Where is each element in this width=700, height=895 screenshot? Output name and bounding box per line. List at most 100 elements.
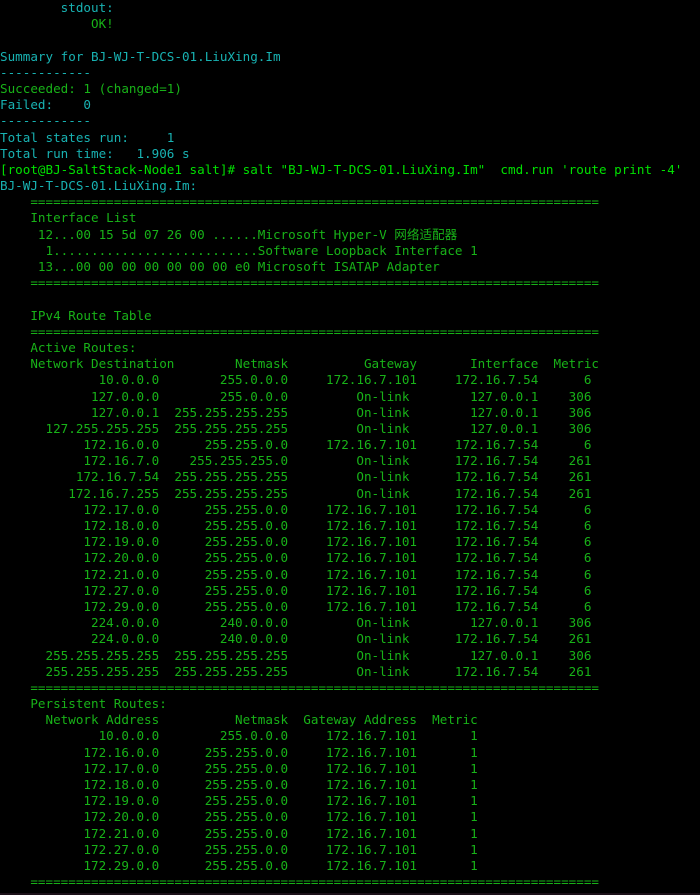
terminal-line: 224.0.0.0 240.0.0.0 On-link 172.16.7.54 … [0, 631, 700, 647]
terminal-line: 172.17.0.0 255.255.0.0 172.16.7.101 1 [0, 761, 700, 777]
terminal-line: 172.19.0.0 255.255.0.0 172.16.7.101 172.… [0, 534, 700, 550]
terminal-line: ------------ [0, 113, 700, 129]
terminal-line: 127.0.0.1 255.255.255.255 On-link 127.0.… [0, 405, 700, 421]
terminal-text-segment: 172.19.0.0 255.255.0.0 172.16.7.101 172.… [0, 534, 592, 550]
terminal-line: 13...00 00 00 00 00 00 00 e0 Microsoft I… [0, 259, 700, 275]
terminal-text-segment: 12...00 15 5d 07 26 00 ......Microsoft H… [0, 226, 458, 242]
terminal-line: OK! [0, 16, 700, 32]
terminal-line: Succeeded: 1 (changed=1) [0, 81, 700, 97]
terminal-line: 172.17.0.0 255.255.0.0 172.16.7.101 172.… [0, 502, 700, 518]
terminal-line: 172.16.0.0 255.255.0.0 172.16.7.101 1 [0, 745, 700, 761]
terminal-text-segment: [root@BJ-SaltStack-Node1 salt]# salt "BJ… [0, 161, 683, 177]
terminal-line: 172.18.0.0 255.255.0.0 172.16.7.101 172.… [0, 518, 700, 534]
terminal-window[interactable]: stdout: OK! Summary for BJ-WJ-T-DCS-01.L… [0, 0, 700, 895]
terminal-text-segment: Failed: 0 [0, 97, 91, 113]
terminal-text-segment: 172.27.0.0 255.255.0.0 172.16.7.101 172.… [0, 582, 592, 598]
terminal-line: Persistent Routes: [0, 696, 700, 712]
terminal-text-segment: Network Destination Netmask Gateway Inte… [0, 356, 599, 372]
terminal-text-segment: 172.16.0.0 255.255.0.0 172.16.7.101 1 [0, 744, 478, 760]
terminal-text-segment: 172.27.0.0 255.255.0.0 172.16.7.101 1 [0, 841, 478, 857]
terminal-line: ------------ [0, 65, 700, 81]
terminal-line: 255.255.255.255 255.255.255.255 On-link … [0, 648, 700, 664]
terminal-line: Network Address Netmask Gateway Address … [0, 712, 700, 728]
terminal-text-segment: 172.20.0.0 255.255.0.0 172.16.7.101 1 [0, 809, 478, 825]
terminal-line: Active Routes: [0, 340, 700, 356]
terminal-text-segment: 172.16.7.0 255.255.255.0 On-link 172.16.… [0, 453, 592, 469]
terminal-text-segment: 172.20.0.0 255.255.0.0 172.16.7.101 172.… [0, 550, 592, 566]
terminal-text-segment: 172.16.0.0 255.255.0.0 172.16.7.101 172.… [0, 437, 592, 453]
terminal-text-segment: Persistent Routes: [0, 696, 167, 712]
terminal-line: ========================================… [0, 194, 700, 210]
terminal-line: Total run time: 1.906 s [0, 146, 700, 162]
terminal-line: 127.0.0.0 255.0.0.0 On-link 127.0.0.1 30… [0, 389, 700, 405]
terminal-line: 172.29.0.0 255.255.0.0 172.16.7.101 172.… [0, 599, 700, 615]
terminal-text-segment: 127.0.0.0 255.0.0.0 On-link 127.0.0.1 30… [0, 388, 592, 404]
terminal-line: Interface List [0, 210, 700, 226]
terminal-text-segment: ========================================… [0, 874, 599, 890]
terminal-text-segment: 172.16.7.255 255.255.255.255 On-link 172… [0, 485, 592, 501]
terminal-text-segment: Total states run: 1 [0, 129, 175, 145]
terminal-text-segment: Summary for BJ-WJ-T-DCS-01.LiuXing.Im [0, 48, 281, 64]
terminal-text-segment: ------------ [0, 113, 91, 129]
terminal-text-segment: 172.29.0.0 255.255.0.0 172.16.7.101 172.… [0, 598, 592, 614]
terminal-line: Total states run: 1 [0, 130, 700, 146]
terminal-text-segment: ------------ [0, 64, 91, 80]
terminal-text-segment: Interface List [0, 210, 137, 226]
terminal-text-segment: ========================================… [0, 275, 599, 291]
terminal-text-segment: 224.0.0.0 240.0.0.0 On-link 172.16.7.54 … [0, 631, 592, 647]
terminal-line: 127.255.255.255 255.255.255.255 On-link … [0, 421, 700, 437]
terminal-line: [root@BJ-SaltStack-Node1 salt]# salt "BJ… [0, 162, 700, 178]
terminal-text-segment: 172.29.0.0 255.255.0.0 172.16.7.101 1 [0, 857, 478, 873]
terminal-text-segment: 13...00 00 00 00 00 00 00 e0 Microsoft I… [0, 259, 440, 274]
terminal-line: BJ-WJ-T-DCS-01.LiuXing.Im: [0, 178, 700, 194]
terminal-text-segment: Active Routes: [0, 339, 137, 355]
terminal-line: 172.21.0.0 255.255.0.0 172.16.7.101 172.… [0, 567, 700, 583]
terminal-line: Failed: 0 [0, 97, 700, 113]
terminal-text-segment: ========================================… [0, 323, 599, 339]
terminal-line: 172.16.7.54 255.255.255.255 On-link 172.… [0, 469, 700, 485]
terminal-line: 12...00 15 5d 07 26 00 ......Microsoft H… [0, 227, 700, 243]
terminal-line: IPv4 Route Table [0, 308, 700, 324]
terminal-text-segment: 10.0.0.0 255.0.0.0 172.16.7.101 172.16.7… [0, 372, 592, 388]
terminal-text-segment: OK! [0, 16, 114, 32]
terminal-line: 172.29.0.0 255.255.0.0 172.16.7.101 1 [0, 858, 700, 874]
terminal-text-segment: 10.0.0.0 255.0.0.0 172.16.7.101 1 [0, 728, 478, 744]
terminal-line: 172.16.7.255 255.255.255.255 On-link 172… [0, 486, 700, 502]
terminal-text-segment: Network Address Netmask Gateway Address … [0, 712, 478, 728]
terminal-output-buffer[interactable]: stdout: OK! Summary for BJ-WJ-T-DCS-01.L… [0, 0, 700, 890]
terminal-text-segment: 127.0.0.1 255.255.255.255 On-link 127.0.… [0, 404, 592, 420]
terminal-text-segment: stdout: [0, 0, 114, 15]
terminal-text-segment: 172.19.0.0 255.255.0.0 172.16.7.101 1 [0, 793, 478, 809]
terminal-line: Network Destination Netmask Gateway Inte… [0, 356, 700, 372]
terminal-text-segment: 127.255.255.255 255.255.255.255 On-link … [0, 420, 592, 436]
terminal-line: Summary for BJ-WJ-T-DCS-01.LiuXing.Im [0, 49, 700, 65]
terminal-line: 172.21.0.0 255.255.0.0 172.16.7.101 1 [0, 826, 700, 842]
terminal-line: 10.0.0.0 255.0.0.0 172.16.7.101 172.16.7… [0, 372, 700, 388]
terminal-text-segment: BJ-WJ-T-DCS-01.LiuXing.Im: [0, 178, 198, 194]
terminal-line: 172.16.0.0 255.255.0.0 172.16.7.101 172.… [0, 437, 700, 453]
terminal-text-segment: 224.0.0.0 240.0.0.0 On-link 127.0.0.1 30… [0, 615, 592, 631]
terminal-text-segment: 1...........................Software Loo… [0, 242, 478, 258]
terminal-line: 172.20.0.0 255.255.0.0 172.16.7.101 1 [0, 809, 700, 825]
terminal-line: 224.0.0.0 240.0.0.0 On-link 127.0.0.1 30… [0, 615, 700, 631]
terminal-line: 172.27.0.0 255.255.0.0 172.16.7.101 172.… [0, 583, 700, 599]
terminal-text-segment: IPv4 Route Table [0, 307, 152, 323]
terminal-line: ========================================… [0, 275, 700, 291]
terminal-line: ========================================… [0, 680, 700, 696]
terminal-text-segment: Succeeded: 1 (changed=1) [0, 80, 182, 96]
terminal-line: 172.16.7.0 255.255.255.0 On-link 172.16.… [0, 453, 700, 469]
terminal-text-segment: ========================================… [0, 194, 599, 210]
terminal-line: ========================================… [0, 324, 700, 340]
terminal-text-segment: 172.16.7.54 255.255.255.255 On-link 172.… [0, 469, 592, 485]
terminal-text-segment: 172.18.0.0 255.255.0.0 172.16.7.101 172.… [0, 518, 592, 533]
terminal-text-segment: 172.21.0.0 255.255.0.0 172.16.7.101 172.… [0, 566, 592, 582]
terminal-line: stdout: [0, 0, 700, 16]
terminal-text-segment: 172.17.0.0 255.255.0.0 172.16.7.101 1 [0, 760, 478, 776]
terminal-text-segment: 172.18.0.0 255.255.0.0 172.16.7.101 1 [0, 777, 478, 792]
terminal-line: 10.0.0.0 255.0.0.0 172.16.7.101 1 [0, 728, 700, 744]
terminal-text-segment: 255.255.255.255 255.255.255.255 On-link … [0, 663, 592, 679]
terminal-line: 172.18.0.0 255.255.0.0 172.16.7.101 1 [0, 777, 700, 793]
terminal-line: 172.20.0.0 255.255.0.0 172.16.7.101 172.… [0, 550, 700, 566]
terminal-text-segment: 172.21.0.0 255.255.0.0 172.16.7.101 1 [0, 825, 478, 841]
